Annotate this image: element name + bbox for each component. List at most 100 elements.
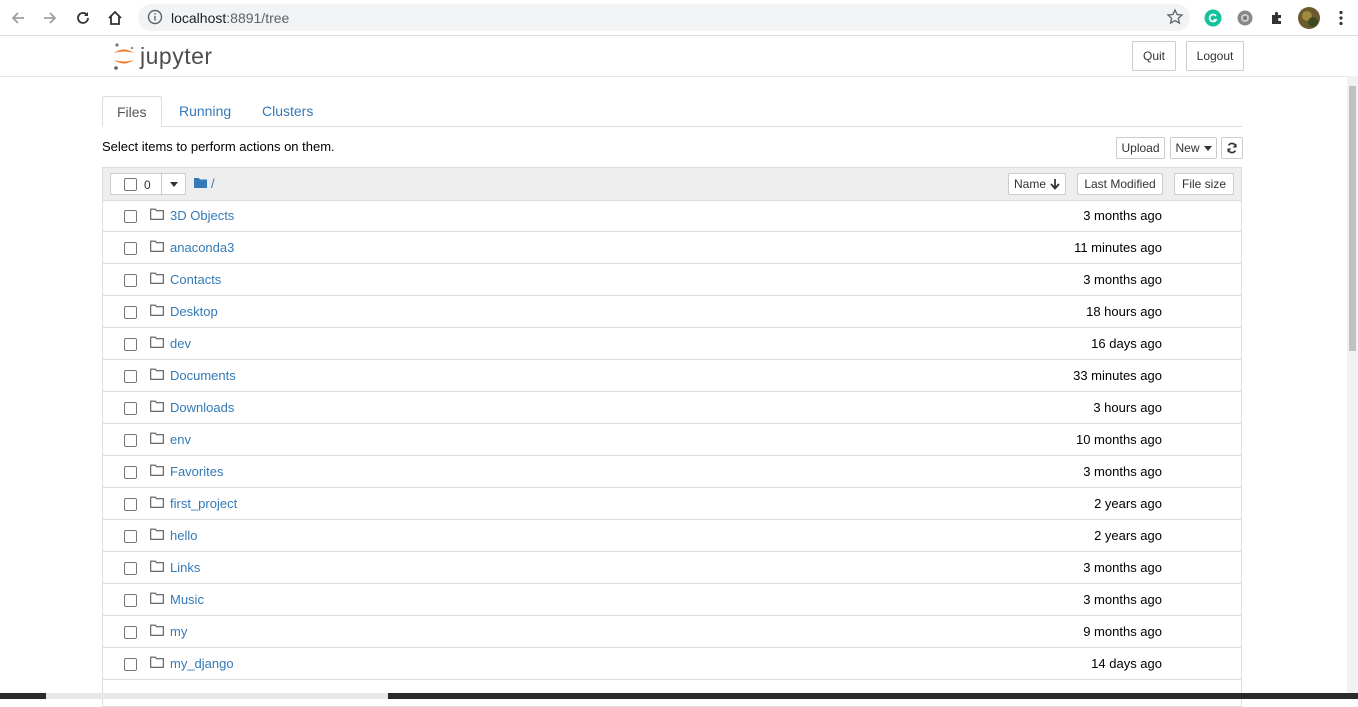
item-link[interactable]: Favorites <box>170 464 223 479</box>
select-all-checkbox[interactable] <box>124 177 137 191</box>
breadcrumb-root[interactable]: / <box>211 176 215 191</box>
item-link[interactable]: Links <box>170 560 200 575</box>
item-modified: 3 months ago <box>1083 560 1162 575</box>
item-link[interactable]: Music <box>170 592 204 607</box>
page-scrollbar[interactable] <box>1347 76 1358 693</box>
item-link[interactable]: hello <box>170 528 197 543</box>
folder-icon <box>150 464 164 476</box>
table-row[interactable]: my_django 14 days ago <box>103 648 1241 680</box>
table-row[interactable]: my 9 months ago <box>103 616 1241 648</box>
reload-button[interactable] <box>71 6 95 30</box>
refresh-button[interactable] <box>1221 137 1243 159</box>
tab-clusters[interactable]: Clusters <box>262 96 313 126</box>
folder-icon <box>150 240 164 252</box>
jupyter-header: jupyter Quit Logout <box>0 36 1347 77</box>
profile-button[interactable] <box>1298 7 1320 29</box>
row-checkbox[interactable] <box>124 274 137 287</box>
file-list: 0 / Name Last Modified File size 3D Obje… <box>102 167 1242 707</box>
row-checkbox[interactable] <box>124 530 137 543</box>
item-link[interactable]: dev <box>170 336 191 351</box>
item-link[interactable]: env <box>170 432 191 447</box>
row-checkbox[interactable] <box>124 306 137 319</box>
table-row[interactable]: first_project 2 years ago <box>103 488 1241 520</box>
extension-button[interactable] <box>1234 7 1256 29</box>
row-checkbox[interactable] <box>124 658 137 671</box>
folder-icon <box>150 400 164 412</box>
info-icon[interactable] <box>147 9 163 25</box>
sort-last-modified-button[interactable]: Last Modified <box>1077 173 1163 195</box>
item-link[interactable]: 3D Objects <box>170 208 234 223</box>
row-checkbox[interactable] <box>124 402 137 415</box>
url-text: localhost:8891/tree <box>171 10 289 26</box>
row-checkbox[interactable] <box>124 626 137 639</box>
logout-button[interactable]: Logout <box>1186 41 1244 71</box>
row-checkbox[interactable] <box>124 242 137 255</box>
tab-running[interactable]: Running <box>179 96 231 126</box>
row-checkbox[interactable] <box>124 594 137 607</box>
item-modified: 3 hours ago <box>1093 400 1162 415</box>
grammarly-extension[interactable] <box>1202 7 1224 29</box>
row-checkbox[interactable] <box>124 210 137 223</box>
list-header: 0 / Name Last Modified File size <box>103 168 1241 201</box>
tab-bar: Files Running Clusters <box>102 96 1242 127</box>
item-link[interactable]: first_project <box>170 496 237 511</box>
table-row[interactable]: Contacts 3 months ago <box>103 264 1241 296</box>
back-button[interactable] <box>6 6 30 30</box>
item-modified: 3 months ago <box>1083 272 1162 287</box>
jupyter-logo-text: jupyter <box>140 42 213 69</box>
row-checkbox[interactable] <box>124 498 137 511</box>
address-bar[interactable]: localhost:8891/tree <box>138 4 1190 31</box>
item-link[interactable]: my_django <box>170 656 234 671</box>
new-label: New <box>1175 141 1200 155</box>
sort-file-size-button[interactable]: File size <box>1174 173 1234 195</box>
select-all-group[interactable]: 0 <box>110 173 186 195</box>
table-row[interactable]: env 10 months ago <box>103 424 1241 456</box>
caret-down-icon[interactable] <box>170 182 178 187</box>
home-button[interactable] <box>103 6 127 30</box>
puzzle-icon <box>1272 12 1281 24</box>
item-link[interactable]: Desktop <box>170 304 218 319</box>
row-checkbox[interactable] <box>124 370 137 383</box>
item-link[interactable]: my <box>170 624 187 639</box>
arrow-left-icon <box>11 12 24 24</box>
item-link[interactable]: Contacts <box>170 272 221 287</box>
table-row[interactable]: hello 2 years ago <box>103 520 1241 552</box>
extensions-menu-button[interactable] <box>1266 7 1288 29</box>
browser-menu-button[interactable] <box>1330 7 1352 29</box>
table-row[interactable]: anaconda3 11 minutes ago <box>103 232 1241 264</box>
table-row[interactable]: Music 3 months ago <box>103 584 1241 616</box>
new-dropdown-button[interactable]: New <box>1170 137 1217 159</box>
item-modified: 3 months ago <box>1083 592 1162 607</box>
forward-button[interactable] <box>38 6 62 30</box>
table-row[interactable]: Favorites 3 months ago <box>103 456 1241 488</box>
table-row[interactable]: 3D Objects 3 months ago <box>103 200 1241 232</box>
row-checkbox[interactable] <box>124 466 137 479</box>
gear-icon <box>1237 10 1253 26</box>
folder-icon <box>150 336 164 348</box>
table-row[interactable]: Downloads 3 hours ago <box>103 392 1241 424</box>
jupyter-logo-icon <box>114 43 134 70</box>
item-link[interactable]: Documents <box>170 368 236 383</box>
sort-name-button[interactable]: Name <box>1008 173 1066 195</box>
url-host: localhost <box>171 10 227 26</box>
quit-button[interactable]: Quit <box>1132 41 1176 71</box>
row-checkbox[interactable] <box>124 434 137 447</box>
table-row[interactable]: Links 3 months ago <box>103 552 1241 584</box>
folder-open-icon[interactable] <box>194 177 207 188</box>
star-icon[interactable] <box>1166 8 1184 26</box>
tab-files[interactable]: Files <box>102 96 162 127</box>
folder-icon <box>150 528 164 540</box>
item-link[interactable]: Downloads <box>170 400 234 415</box>
table-row[interactable]: Documents 33 minutes ago <box>103 360 1241 392</box>
row-checkbox[interactable] <box>124 562 137 575</box>
item-modified: 3 months ago <box>1083 208 1162 223</box>
taskbar-strip <box>0 693 1358 699</box>
browser-toolbar: localhost:8891/tree <box>0 0 1358 36</box>
scrollbar-thumb[interactable] <box>1349 86 1356 351</box>
item-link[interactable]: anaconda3 <box>170 240 234 255</box>
jupyter-logo[interactable]: jupyter <box>112 40 213 72</box>
row-checkbox[interactable] <box>124 338 137 351</box>
table-row[interactable]: Desktop 18 hours ago <box>103 296 1241 328</box>
upload-button[interactable]: Upload <box>1116 137 1165 159</box>
table-row[interactable]: dev 16 days ago <box>103 328 1241 360</box>
